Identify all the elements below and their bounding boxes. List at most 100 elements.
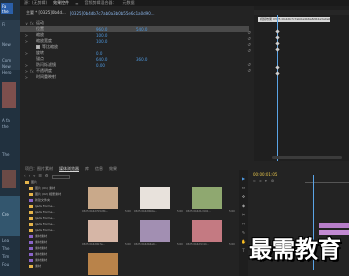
folder-item[interactable]: ljads Forme... xyxy=(29,228,55,233)
effect-controls-timeline[interactable]: 视频效果 0325 0b4db7c7ab0a4b6a8d64a3a0e04ce.… xyxy=(247,6,349,161)
view-icon[interactable]: ☰ xyxy=(38,173,42,178)
folder-item[interactable]: 素材素材 xyxy=(29,246,47,251)
back-icon[interactable]: ‹ xyxy=(24,173,26,178)
tool-button[interactable]: ✋ xyxy=(241,239,246,244)
tab-menu-icon[interactable]: ≡ xyxy=(75,1,78,6)
folder-item[interactable]: 图片 xyxy=(25,180,37,185)
tab-libraries[interactable]: 库 xyxy=(85,166,89,172)
linked-icon[interactable]: ∞ xyxy=(259,179,262,183)
marker-icon[interactable]: ▾ xyxy=(265,179,267,183)
effect-value[interactable]: 100.0 xyxy=(96,39,136,44)
tool-button[interactable]: ✂ xyxy=(241,212,246,217)
wrench-icon[interactable]: ⚙ xyxy=(45,173,49,178)
browser-background-panel: Fa the Fi New Com New Hero A fa the The … xyxy=(0,0,20,276)
project-panel: 项目：图片素材 媒体浏览器 库 信息 效果 ‹ › ▿ ☰ ⚙ 图片图片 (01… xyxy=(20,163,239,276)
keyframe-icon[interactable] xyxy=(275,41,280,46)
disclosure-triangle-icon[interactable]: > xyxy=(20,33,30,38)
ec-scrollbar[interactable] xyxy=(272,156,342,159)
folder-icon xyxy=(29,241,33,244)
media-name: 0325 0b4db6a0... xyxy=(134,243,158,246)
uniform-scale-checkbox[interactable] xyxy=(36,45,40,49)
snap-icon[interactable]: ⊂ xyxy=(253,179,256,183)
tool-button[interactable]: ✥ xyxy=(241,194,246,199)
folder-icon xyxy=(29,223,33,226)
forward-icon[interactable]: › xyxy=(29,173,31,178)
effect-value[interactable]: 100.0 xyxy=(96,33,136,38)
folder-item[interactable]: 图片 (01) 素材 xyxy=(29,186,55,191)
folder-item[interactable]: ljads Forme... xyxy=(29,216,55,221)
tool-button[interactable]: ⇿ xyxy=(241,221,246,226)
tool-button[interactable]: ◆ xyxy=(241,203,246,208)
tool-button[interactable]: T xyxy=(241,248,246,253)
folder-item[interactable]: ljads Forme... xyxy=(29,204,55,209)
disclosure-triangle-icon[interactable]: > xyxy=(20,69,30,74)
folder-label: 图片 (01) 素材 xyxy=(35,186,56,190)
filter-icon[interactable]: ▿ xyxy=(33,173,35,178)
media-thumbnail[interactable] xyxy=(88,187,118,209)
reset-icon[interactable]: ↺ xyxy=(244,30,254,35)
media-thumbnail[interactable] xyxy=(140,187,170,209)
keyframe-icon[interactable] xyxy=(275,29,280,34)
search-input[interactable] xyxy=(52,175,70,179)
disclosure-triangle-icon[interactable]: > xyxy=(20,75,30,80)
reset-icon[interactable]: ↺ xyxy=(244,36,254,41)
timeline-ruler[interactable] xyxy=(305,177,349,183)
reset-icon[interactable]: ↺ xyxy=(244,42,254,47)
tab-effects[interactable]: 效果 xyxy=(109,166,117,172)
folder-tree[interactable]: 图片 图片 (01) 素材 图片 (02) 相册素材 新建文件夹 ljads Forme… xyxy=(25,180,77,274)
sequence-clip-label[interactable]: [0325]0b4db7c7ab0a3b0b55e6c1a0d90... xyxy=(70,11,155,16)
folder-item[interactable]: 素材素材 xyxy=(29,240,47,245)
master-clip-label[interactable]: 主要 * [0325]0b4d... xyxy=(26,10,66,16)
keyframe-icon[interactable] xyxy=(275,35,280,40)
effect-value[interactable]: 0.00 xyxy=(96,63,136,68)
media-thumbnail[interactable] xyxy=(192,220,222,242)
tool-button[interactable]: ⇔ xyxy=(241,185,246,190)
media-duration: 5:00 xyxy=(125,210,131,213)
keyframe-icon[interactable] xyxy=(275,47,280,52)
folder-label: 图片 xyxy=(31,180,38,184)
keyframe-icon[interactable] xyxy=(275,71,280,76)
effect-value-secondary[interactable]: 540.0 xyxy=(136,27,147,32)
ec-clip-bar[interactable]: 视频效果 0325 0b4db7c7ab0a4b6a8d64a3a0e04ce.… xyxy=(258,17,330,22)
tab-project[interactable]: 项目：图片素材 xyxy=(25,166,53,172)
timeline-timecode[interactable]: 00:00:01:05 xyxy=(253,172,277,177)
wrench-icon[interactable]: ⚙ xyxy=(271,179,274,183)
media-thumbnail[interactable] xyxy=(88,253,118,275)
disclosure-triangle-icon[interactable]: ∨ xyxy=(20,21,30,26)
effect-value[interactable]: 0.0 xyxy=(96,51,136,56)
tool-button[interactable]: ▶ xyxy=(241,176,246,181)
folder-item[interactable]: 新建文件夹 xyxy=(29,198,50,203)
tab-info[interactable]: 信息 xyxy=(95,166,103,172)
folder-item[interactable]: 素材素材 xyxy=(29,258,47,263)
tab-media-browser[interactable]: 媒体浏览器 xyxy=(59,166,79,172)
media-name: 0325 0b4d3c4d... xyxy=(186,243,209,246)
folder-item[interactable]: 素材素材 xyxy=(29,234,47,239)
effect-value[interactable]: 960.0 xyxy=(96,27,136,32)
reset-icon[interactable]: ↺ xyxy=(244,48,254,53)
folder-item[interactable]: ljads Forme... xyxy=(29,222,55,227)
media-thumbnail[interactable] xyxy=(140,220,170,242)
tool-button[interactable]: ✎ xyxy=(241,230,246,235)
folder-item[interactable]: 素材素材 xyxy=(29,252,47,257)
disclosure-triangle-icon[interactable]: > xyxy=(20,63,30,68)
folder-item[interactable]: 图片 (02) 相册素材 xyxy=(29,192,61,197)
media-thumbnail[interactable] xyxy=(192,187,222,209)
browser-text-6: the xyxy=(2,124,9,129)
effect-value[interactable]: 640.0 xyxy=(96,57,136,62)
folder-label: ljads Forme... xyxy=(35,210,56,214)
reset-icon[interactable]: ↺ xyxy=(244,62,254,67)
media-thumbnail[interactable] xyxy=(88,220,118,242)
effect-controls-panel: 主要 * [0325]0b4d... [0325]0b4db7c7ab0a3b0… xyxy=(20,6,249,161)
disclosure-triangle-icon[interactable]: > xyxy=(20,51,30,56)
disclosure-triangle-icon[interactable]: > xyxy=(20,39,30,44)
reset-icon[interactable]: ↺ xyxy=(244,68,254,73)
keyframe-icon[interactable] xyxy=(275,65,280,70)
effect-value-secondary[interactable]: 360.0 xyxy=(136,57,147,62)
folder-item[interactable]: 素材 xyxy=(29,264,41,269)
effect-row[interactable]: > 时间重映射 xyxy=(20,74,249,80)
browser-text-0: Fi xyxy=(2,22,6,27)
timeline-clip[interactable] xyxy=(319,223,349,228)
folder-item[interactable]: ljads Forme... xyxy=(29,210,55,215)
folder-icon xyxy=(29,265,33,268)
ec-timeline-ruler[interactable] xyxy=(254,10,349,15)
